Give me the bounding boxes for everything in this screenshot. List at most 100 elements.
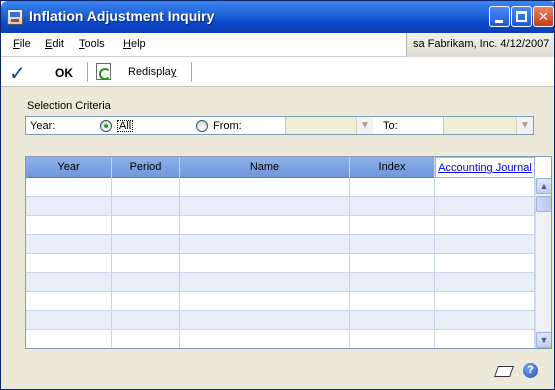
selection-criteria-label: Selection Criteria (27, 100, 111, 112)
table-cell[interactable] (180, 216, 350, 235)
minimize-button[interactable] (489, 6, 510, 27)
table-cell[interactable] (350, 235, 435, 254)
to-label: To: (383, 120, 398, 132)
toolbar: ✓ OK Redisplay (1, 57, 554, 87)
note-icon[interactable] (495, 364, 513, 378)
table-cell[interactable] (435, 292, 535, 311)
table-row[interactable] (26, 178, 535, 197)
table-row[interactable] (26, 235, 535, 254)
table-cell[interactable] (350, 311, 435, 330)
menu-file[interactable]: File (13, 38, 31, 50)
table-cell[interactable] (26, 292, 112, 311)
table-cell[interactable] (26, 216, 112, 235)
table-cell[interactable] (112, 330, 180, 348)
minimize-icon (495, 20, 503, 23)
redisplay-label: Redisplay (128, 66, 177, 78)
column-header-accounting-journal[interactable]: Accounting Journal (435, 157, 535, 178)
selection-criteria-row: Year: All From: ▼ To: ▼ (25, 116, 534, 135)
table-cell[interactable] (112, 235, 180, 254)
window-app-icon (7, 9, 23, 25)
table-cell[interactable] (435, 254, 535, 273)
table-cell[interactable] (435, 235, 535, 254)
user-company-date: sa Fabrikam, Inc. 4/12/2007 (406, 33, 554, 57)
table-row[interactable] (26, 216, 535, 235)
table-cell[interactable] (350, 216, 435, 235)
menu-edit[interactable]: Edit (45, 38, 64, 50)
radio-all[interactable] (100, 120, 112, 132)
table-row[interactable] (26, 273, 535, 292)
from-year-dropdown[interactable]: ▼ (285, 117, 373, 134)
vertical-scrollbar[interactable]: ▲ ▼ (535, 178, 551, 348)
radio-from-label[interactable]: From: (213, 120, 242, 132)
table-cell[interactable] (112, 254, 180, 273)
table-cell[interactable] (180, 254, 350, 273)
table-cell[interactable] (112, 216, 180, 235)
to-year-dropdown[interactable]: ▼ (443, 117, 533, 134)
chevron-down-icon[interactable]: ▼ (356, 117, 373, 134)
scroll-down-icon[interactable]: ▼ (536, 332, 551, 348)
table-row[interactable] (26, 197, 535, 216)
grid-body (26, 178, 535, 348)
grid-header: Year Period Name Index Accounting Journa… (26, 157, 535, 178)
table-cell[interactable] (350, 273, 435, 292)
redisplay-button[interactable]: Redisplay (93, 57, 185, 87)
table-cell[interactable] (26, 330, 112, 348)
menu-help[interactable]: Help (123, 38, 146, 50)
table-row[interactable] (26, 330, 535, 348)
table-row[interactable] (26, 292, 535, 311)
column-header-name: Name (180, 157, 350, 178)
close-icon: ✕ (538, 9, 549, 24)
table-cell[interactable] (180, 273, 350, 292)
close-button[interactable]: ✕ (533, 6, 554, 27)
table-cell[interactable] (112, 178, 180, 197)
maximize-button[interactable] (511, 6, 532, 27)
table-cell[interactable] (112, 273, 180, 292)
column-header-year: Year (26, 157, 112, 178)
table-cell[interactable] (26, 197, 112, 216)
table-cell[interactable] (180, 197, 350, 216)
table-cell[interactable] (180, 330, 350, 348)
table-cell[interactable] (26, 254, 112, 273)
maximize-icon (516, 11, 527, 22)
toolbar-separator (191, 62, 192, 82)
ok-label: OK (55, 66, 73, 80)
table-cell[interactable] (26, 311, 112, 330)
table-cell[interactable] (350, 197, 435, 216)
table-row[interactable] (26, 311, 535, 330)
table-cell[interactable] (350, 178, 435, 197)
table-row[interactable] (26, 254, 535, 273)
scroll-thumb[interactable] (536, 196, 551, 212)
table-cell[interactable] (180, 235, 350, 254)
table-cell[interactable] (112, 311, 180, 330)
table-cell[interactable] (350, 254, 435, 273)
window-title: Inflation Adjustment Inquiry (29, 8, 215, 24)
table-cell[interactable] (26, 273, 112, 292)
title-bar[interactable]: Inflation Adjustment Inquiry ✕ (1, 1, 554, 33)
table-cell[interactable] (180, 178, 350, 197)
table-cell[interactable] (435, 311, 535, 330)
table-cell[interactable] (435, 197, 535, 216)
help-icon[interactable]: ? (523, 363, 538, 378)
table-cell[interactable] (435, 330, 535, 348)
inquiry-grid: Year Period Name Index Accounting Journa… (25, 156, 552, 349)
toolbar-separator (87, 62, 88, 82)
chevron-down-icon[interactable]: ▼ (516, 117, 533, 134)
table-cell[interactable] (112, 197, 180, 216)
table-cell[interactable] (180, 292, 350, 311)
table-cell[interactable] (350, 330, 435, 348)
table-cell[interactable] (435, 273, 535, 292)
scroll-up-icon[interactable]: ▲ (536, 178, 551, 194)
table-cell[interactable] (112, 292, 180, 311)
year-label: Year: (30, 120, 56, 132)
ok-button[interactable]: ✓ OK (3, 57, 81, 87)
menu-tools[interactable]: Tools (79, 38, 105, 50)
menu-bar: File Edit Tools Help sa Fabrikam, Inc. 4… (1, 33, 554, 57)
table-cell[interactable] (350, 292, 435, 311)
table-cell[interactable] (435, 216, 535, 235)
table-cell[interactable] (26, 235, 112, 254)
radio-all-label[interactable]: All (117, 120, 134, 132)
table-cell[interactable] (435, 178, 535, 197)
table-cell[interactable] (180, 311, 350, 330)
radio-from[interactable] (196, 120, 208, 132)
table-cell[interactable] (26, 178, 112, 197)
